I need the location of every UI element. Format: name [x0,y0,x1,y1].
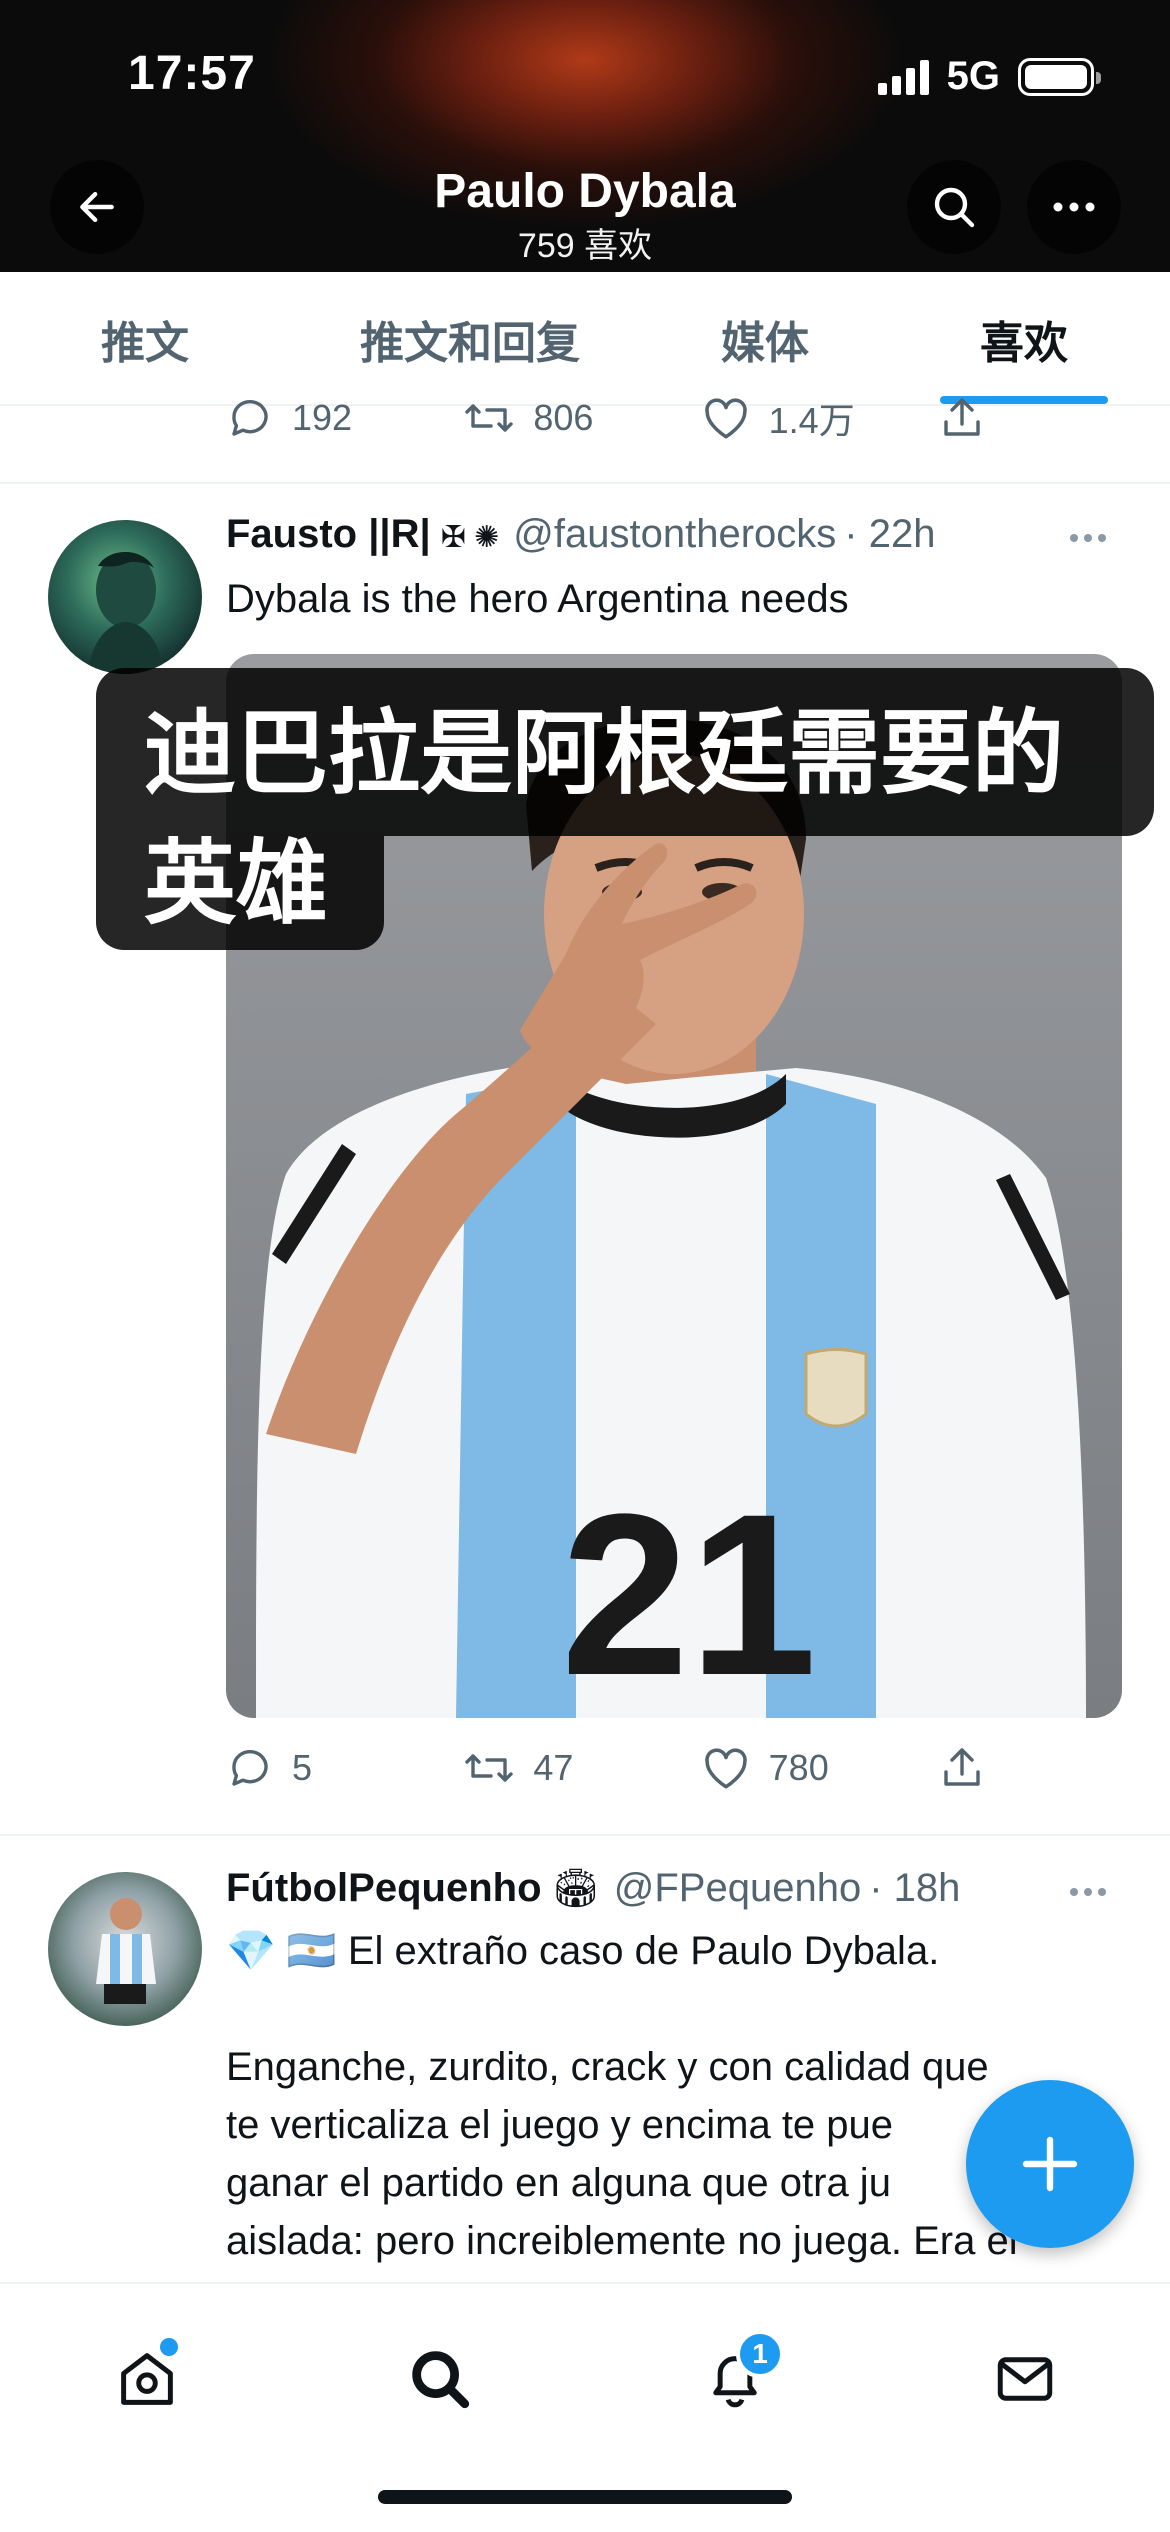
more-horizontal-icon [1053,202,1095,212]
nav-search[interactable] [385,2324,495,2434]
plus-icon [1022,2136,1078,2192]
author-badges: ✠ ✺ [440,521,500,554]
tab-likes[interactable]: 喜欢 [940,272,1108,406]
share-icon [944,398,980,436]
search-button[interactable] [907,160,1001,254]
avatar-image [96,1898,156,2004]
compose-tweet-button[interactable] [966,2080,1134,2248]
reply-count: 5 [292,1747,313,1788]
tweet-text: Dybala is the hero Argentina needs [226,577,849,621]
share-button[interactable] [938,1744,986,1792]
signal-icon [877,59,929,95]
tweet-header: FútbolPequenho 🏟 @FPequenho · 18h [226,1866,960,1911]
avatar[interactable] [48,1872,202,2026]
heart-icon [704,1748,747,1789]
like-count: 780 [768,1747,829,1788]
caption-line-2: 英雄 [96,836,384,950]
avatar[interactable] [48,520,202,674]
notification-badge: 1 [736,2330,784,2378]
tab-media[interactable]: 媒体 [680,272,850,406]
retweet-icon [465,404,514,432]
home-unread-dot [160,2338,178,2356]
tweet-divider [0,1834,1170,1836]
status-icons: 5G [877,54,1101,99]
more-options-button[interactable] [1027,160,1121,254]
tweet-author-handle[interactable]: @faustontherocks [513,512,836,557]
tweet-header: Fausto ||R| ✠ ✺ @faustontherocks · 22h [226,512,935,557]
tweet-author-name[interactable]: Fausto ||R| [226,512,431,557]
like-button[interactable]: 1.4万 [701,392,938,444]
reply-icon [232,400,268,436]
nav-home[interactable] [92,2324,202,2434]
reply-icon [232,1750,268,1786]
search-icon [934,187,975,228]
network-label: 5G [946,54,1000,98]
tweet-time: · 22h [844,512,936,556]
retweet-count: 806 [533,397,594,438]
battery-icon [1018,57,1101,96]
nav-messages[interactable] [970,2324,1080,2434]
reply-button[interactable]: 192 [226,392,463,444]
nav-notifications[interactable]: 1 [680,2324,790,2434]
tab-tweets-and-replies[interactable]: 推文和回复 [330,272,610,406]
tweet-more-icon[interactable] [1070,1888,1106,1896]
tweet-more-icon[interactable] [1070,534,1106,542]
tweet-actions: 5 47 780 [226,1744,986,1792]
stadium-icon: 🏟 [551,1868,600,1910]
retweet-icon [465,1754,514,1782]
share-icon [944,1748,980,1786]
tweet-divider [0,482,1170,484]
tweet-author-handle[interactable]: @FPequenho [614,1866,861,1911]
previous-tweet-actions: 192 806 1.4万 [226,392,986,444]
reply-button[interactable]: 5 [226,1744,463,1792]
video-caption: 迪巴拉是阿根廷需要的 英雄 [96,668,1154,950]
jersey-number: 21 [561,1466,817,1718]
like-count: 1.4万 [768,400,855,441]
profile-tabs: 推文 推文和回复 媒体 喜欢 [0,272,1170,406]
tweet-author-name[interactable]: FútbolPequenho [226,1866,542,1911]
status-time: 17:57 [128,47,256,100]
tab-tweets[interactable]: 推文 [40,272,250,406]
retweet-button[interactable]: 806 [463,392,700,444]
share-button[interactable] [938,392,986,444]
tweet-time: · 18h [869,1866,961,1910]
retweet-button[interactable]: 47 [463,1744,700,1792]
home-indicator [378,2490,792,2504]
reply-count: 192 [292,397,353,438]
avatar-image [88,552,164,674]
retweet-count: 47 [533,1747,574,1788]
caption-line-1: 迪巴拉是阿根廷需要的 [96,668,1154,836]
search-icon [412,2351,470,2409]
mail-icon [997,2357,1053,2401]
like-button[interactable]: 780 [701,1744,938,1792]
heart-icon [704,398,747,439]
profile-header: 17:57 5G Paulo Dybala 759 喜欢 [0,0,1170,272]
